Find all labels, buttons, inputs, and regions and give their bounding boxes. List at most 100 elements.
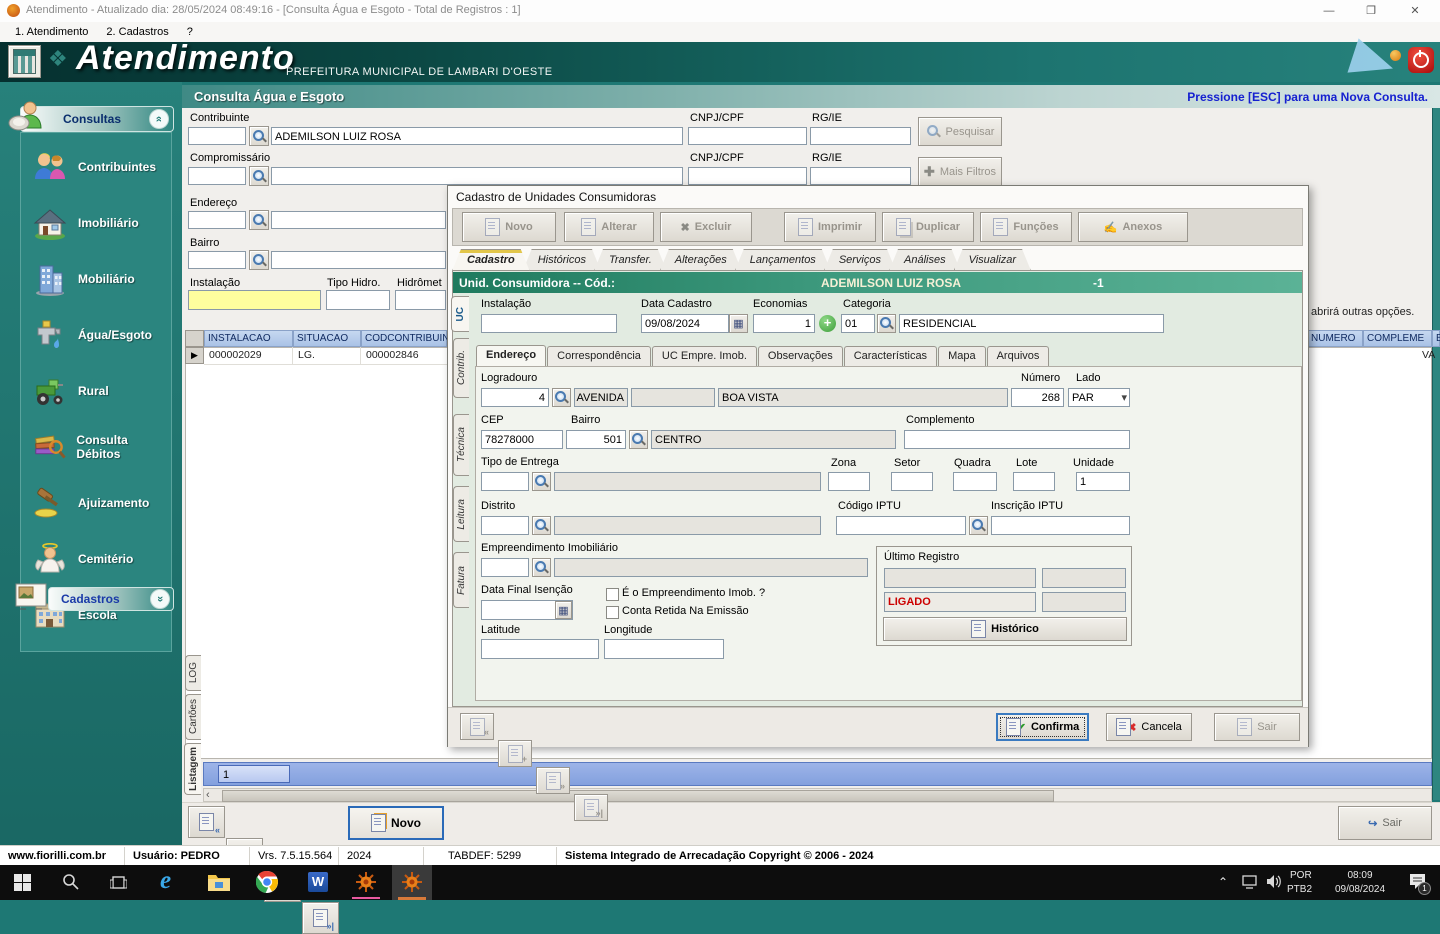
sidebar-item-ajuizamento[interactable]: Ajuizamento: [31, 479, 171, 527]
sidebar-item-mobiliario[interactable]: Mobiliário: [31, 255, 171, 303]
endereco-name-input[interactable]: [271, 211, 446, 229]
unidade-input[interactable]: 1: [1076, 472, 1130, 491]
bairro-name-input[interactable]: [271, 251, 446, 269]
compromissario-name-input[interactable]: [271, 167, 683, 185]
grid-col-situacao[interactable]: SITUACAO: [293, 330, 361, 347]
empreendimento-search-button[interactable]: [532, 558, 551, 577]
add-economia-icon[interactable]: +: [819, 315, 836, 332]
menu-help[interactable]: ?: [178, 26, 202, 38]
pager-field[interactable]: 1: [218, 765, 290, 783]
tab-correspondencia[interactable]: Correspondência: [547, 346, 651, 366]
taskbar-search-icon[interactable]: [62, 873, 80, 891]
maximize-icon[interactable]: ❐: [1358, 3, 1384, 19]
fiorilli-app-icon[interactable]: [355, 871, 377, 893]
nav-last-button[interactable]: »|: [302, 902, 339, 934]
conta-retida-checkbox[interactable]: [606, 606, 619, 619]
codigo-iptu-search-button[interactable]: [969, 516, 988, 535]
main-sair-button[interactable]: ↪ Sair: [1338, 806, 1432, 840]
grid-col-numero[interactable]: NUMERO: [1307, 330, 1363, 347]
sidebar-item-imobiliario[interactable]: Imobiliário: [31, 199, 171, 247]
tab-transfer[interactable]: Transfer.: [594, 249, 667, 271]
categoria-code-input[interactable]: 01: [841, 314, 875, 333]
menu-atendimento[interactable]: 1. Atendimento: [6, 26, 97, 38]
empreendimento-input[interactable]: [481, 558, 529, 577]
categoria-search-button[interactable]: [877, 314, 896, 333]
tab-analises[interactable]: Análises: [889, 249, 961, 271]
nav-first-button[interactable]: «: [188, 806, 225, 838]
tipo-entrega-search-button[interactable]: [532, 472, 551, 491]
word-icon[interactable]: W: [308, 872, 328, 892]
collapse-chevron-icon[interactable]: »: [149, 109, 169, 129]
vtab-leitura[interactable]: Leitura: [453, 486, 469, 542]
speaker-icon[interactable]: [1266, 874, 1283, 889]
dialog-nav-last-button[interactable]: »|: [574, 794, 608, 821]
bairro-code-input[interactable]: [188, 251, 246, 269]
cnpj-input[interactable]: [688, 127, 807, 145]
grid-col-instalacao[interactable]: INSTALACAO: [204, 330, 293, 347]
scrollbar-thumb[interactable]: [222, 790, 1054, 802]
horizontal-scrollbar[interactable]: ‹: [203, 788, 1432, 802]
distrito-search-button[interactable]: [532, 516, 551, 535]
latitude-input[interactable]: [481, 639, 599, 659]
expand-chevron-icon[interactable]: »: [150, 589, 170, 609]
contribuinte-search-button[interactable]: [249, 126, 269, 146]
data-cadastro-calendar-button[interactable]: ▦: [729, 314, 748, 333]
tab-visualizar[interactable]: Visualizar: [954, 249, 1032, 271]
endereco-code-input[interactable]: [188, 211, 246, 229]
quadra-input[interactable]: [953, 472, 997, 491]
cancela-button[interactable]: ✖ Cancela: [1106, 713, 1192, 741]
zona-input[interactable]: [828, 472, 870, 491]
tab-historicos[interactable]: Históricos: [523, 249, 601, 271]
categoria-desc-input[interactable]: RESIDENCIAL: [899, 314, 1164, 333]
sidebar-item-contribuintes[interactable]: Contribuintes: [31, 143, 171, 191]
contribuinte-name-input[interactable]: ADEMILSON LUIZ ROSA: [271, 127, 683, 145]
sidebar-item-rural[interactable]: Rural: [31, 367, 171, 415]
confirma-button[interactable]: ✔ Confirma: [996, 713, 1089, 741]
tray-lang-top[interactable]: POR: [1290, 870, 1312, 881]
bairro-search-button[interactable]: [249, 250, 269, 270]
ie-icon[interactable]: e: [160, 867, 171, 895]
lado-select[interactable]: PAR ▾: [1068, 388, 1130, 407]
longitude-input[interactable]: [604, 639, 724, 659]
vtab-contrib[interactable]: Contrib.: [453, 338, 469, 398]
tab-servicos[interactable]: Serviços: [824, 249, 896, 271]
historico-button[interactable]: Histórico: [883, 617, 1127, 641]
fiorilli-active-app-icon[interactable]: [401, 871, 423, 893]
tray-lang-bottom[interactable]: PTB2: [1287, 884, 1312, 895]
tab-endereco[interactable]: Endereço: [476, 345, 546, 367]
tab-uc-empre-imob[interactable]: UC Empre. Imob.: [652, 346, 757, 366]
toolbar-excluir-button[interactable]: ✖Excluir: [660, 212, 752, 242]
data-final-calendar-button[interactable]: ▦: [555, 601, 572, 619]
task-view-icon[interactable]: [110, 874, 127, 891]
toolbar-funcoes-button[interactable]: Funções: [980, 212, 1072, 242]
toolbar-anexos-button[interactable]: ✍Anexos: [1078, 212, 1188, 242]
toolbar-novo-button[interactable]: Novo: [462, 212, 556, 242]
cnpj-input-2[interactable]: [688, 167, 807, 185]
vtab-uc[interactable]: UC: [451, 296, 469, 332]
tipo-entrega-input[interactable]: [481, 472, 529, 491]
tab-observacoes[interactable]: Observações: [758, 346, 843, 366]
endereco-search-button[interactable]: [249, 210, 269, 230]
hidrometro-input[interactable]: [395, 290, 446, 310]
vertical-scrollbar[interactable]: [1432, 108, 1440, 800]
scroll-left-icon[interactable]: ‹: [206, 789, 210, 801]
numero-input[interactable]: 268: [1011, 388, 1064, 407]
tray-clock-time[interactable]: 08:09: [1330, 870, 1390, 881]
menu-cadastros[interactable]: 2. Cadastros: [97, 26, 177, 38]
grid-col-ba[interactable]: BA: [1432, 330, 1440, 347]
power-button-icon[interactable]: [1408, 47, 1434, 73]
grid-col-complemento[interactable]: COMPLEME: [1363, 330, 1432, 347]
minimize-icon[interactable]: —: [1316, 3, 1342, 19]
tray-clock-date[interactable]: 09/08/2024: [1325, 884, 1395, 895]
dialog-nav-insert-button[interactable]: +: [498, 740, 532, 767]
close-icon[interactable]: ✕: [1402, 3, 1428, 19]
instalacao-input[interactable]: [188, 290, 321, 310]
lote-input[interactable]: [1013, 472, 1055, 491]
sidebar-item-agua-esgoto[interactable]: Água/Esgoto: [31, 311, 171, 359]
file-explorer-icon[interactable]: [208, 873, 230, 891]
tab-log[interactable]: LOG: [185, 655, 201, 691]
bairro-search-button-dlg[interactable]: [629, 430, 648, 449]
tab-alteracoes[interactable]: Alterações: [660, 249, 742, 271]
grid-cell-right[interactable]: VA: [1419, 349, 1440, 361]
logradouro-code-input[interactable]: 4: [481, 388, 549, 407]
